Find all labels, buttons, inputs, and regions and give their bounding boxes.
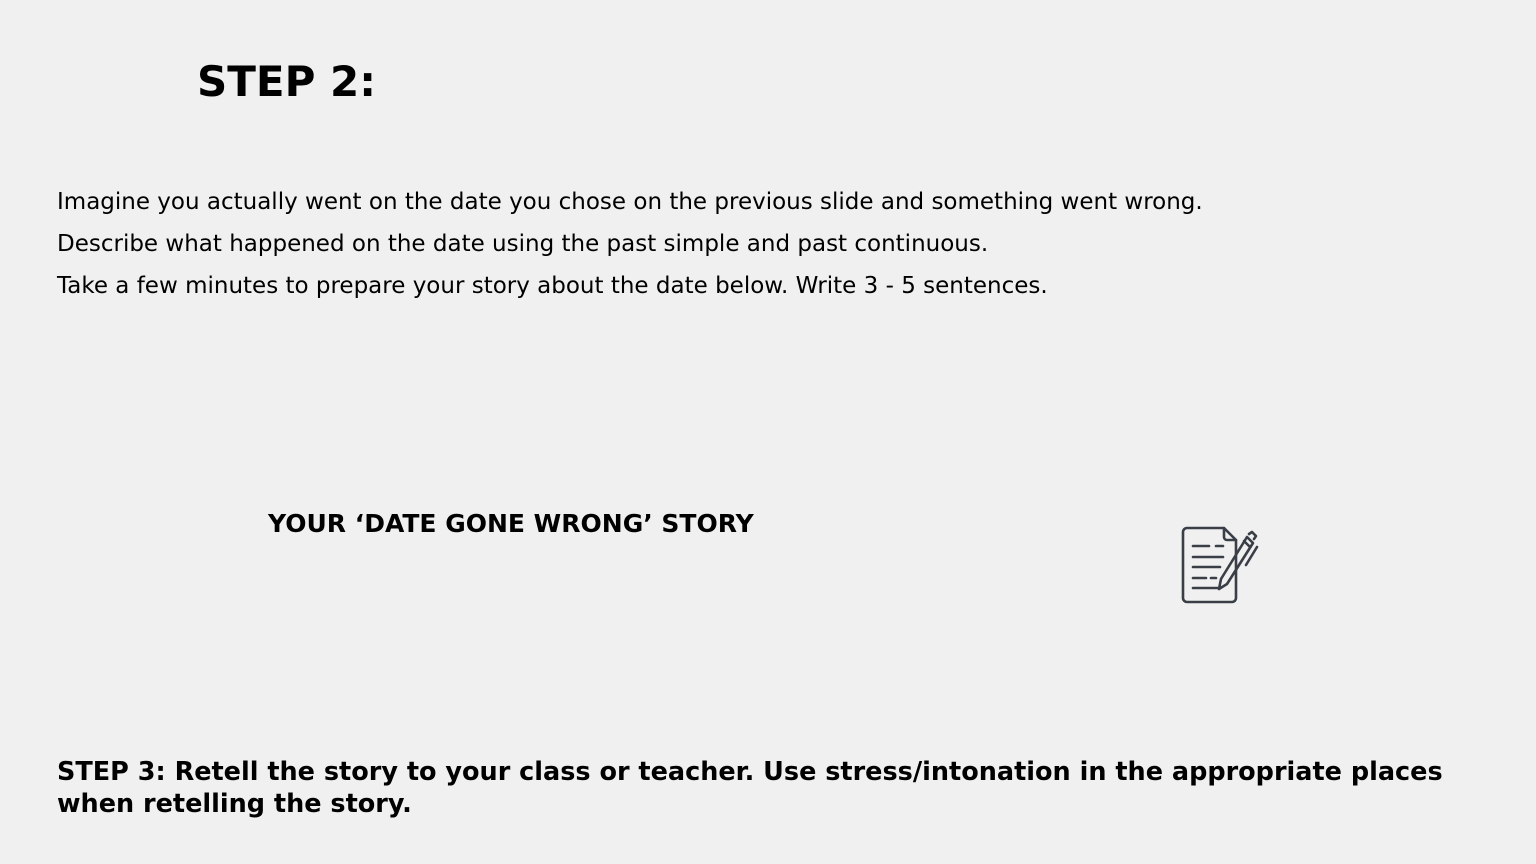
instruction-line-2: Describe what happened on the date using…	[57, 231, 989, 257]
instructions: Imagine you actually went on the date yo…	[57, 181, 1457, 307]
instruction-line-3: Take a few minutes to prepare your story…	[57, 273, 1048, 299]
document-with-pen-icon	[1178, 524, 1262, 608]
step2-title: STEP 2:	[197, 57, 377, 106]
instruction-line-1: Imagine you actually went on the date yo…	[57, 189, 1203, 215]
step3-text: STEP 3: Retell the story to your class o…	[57, 757, 1443, 819]
story-heading: YOUR ‘DATE GONE WRONG’ STORY	[268, 509, 754, 538]
